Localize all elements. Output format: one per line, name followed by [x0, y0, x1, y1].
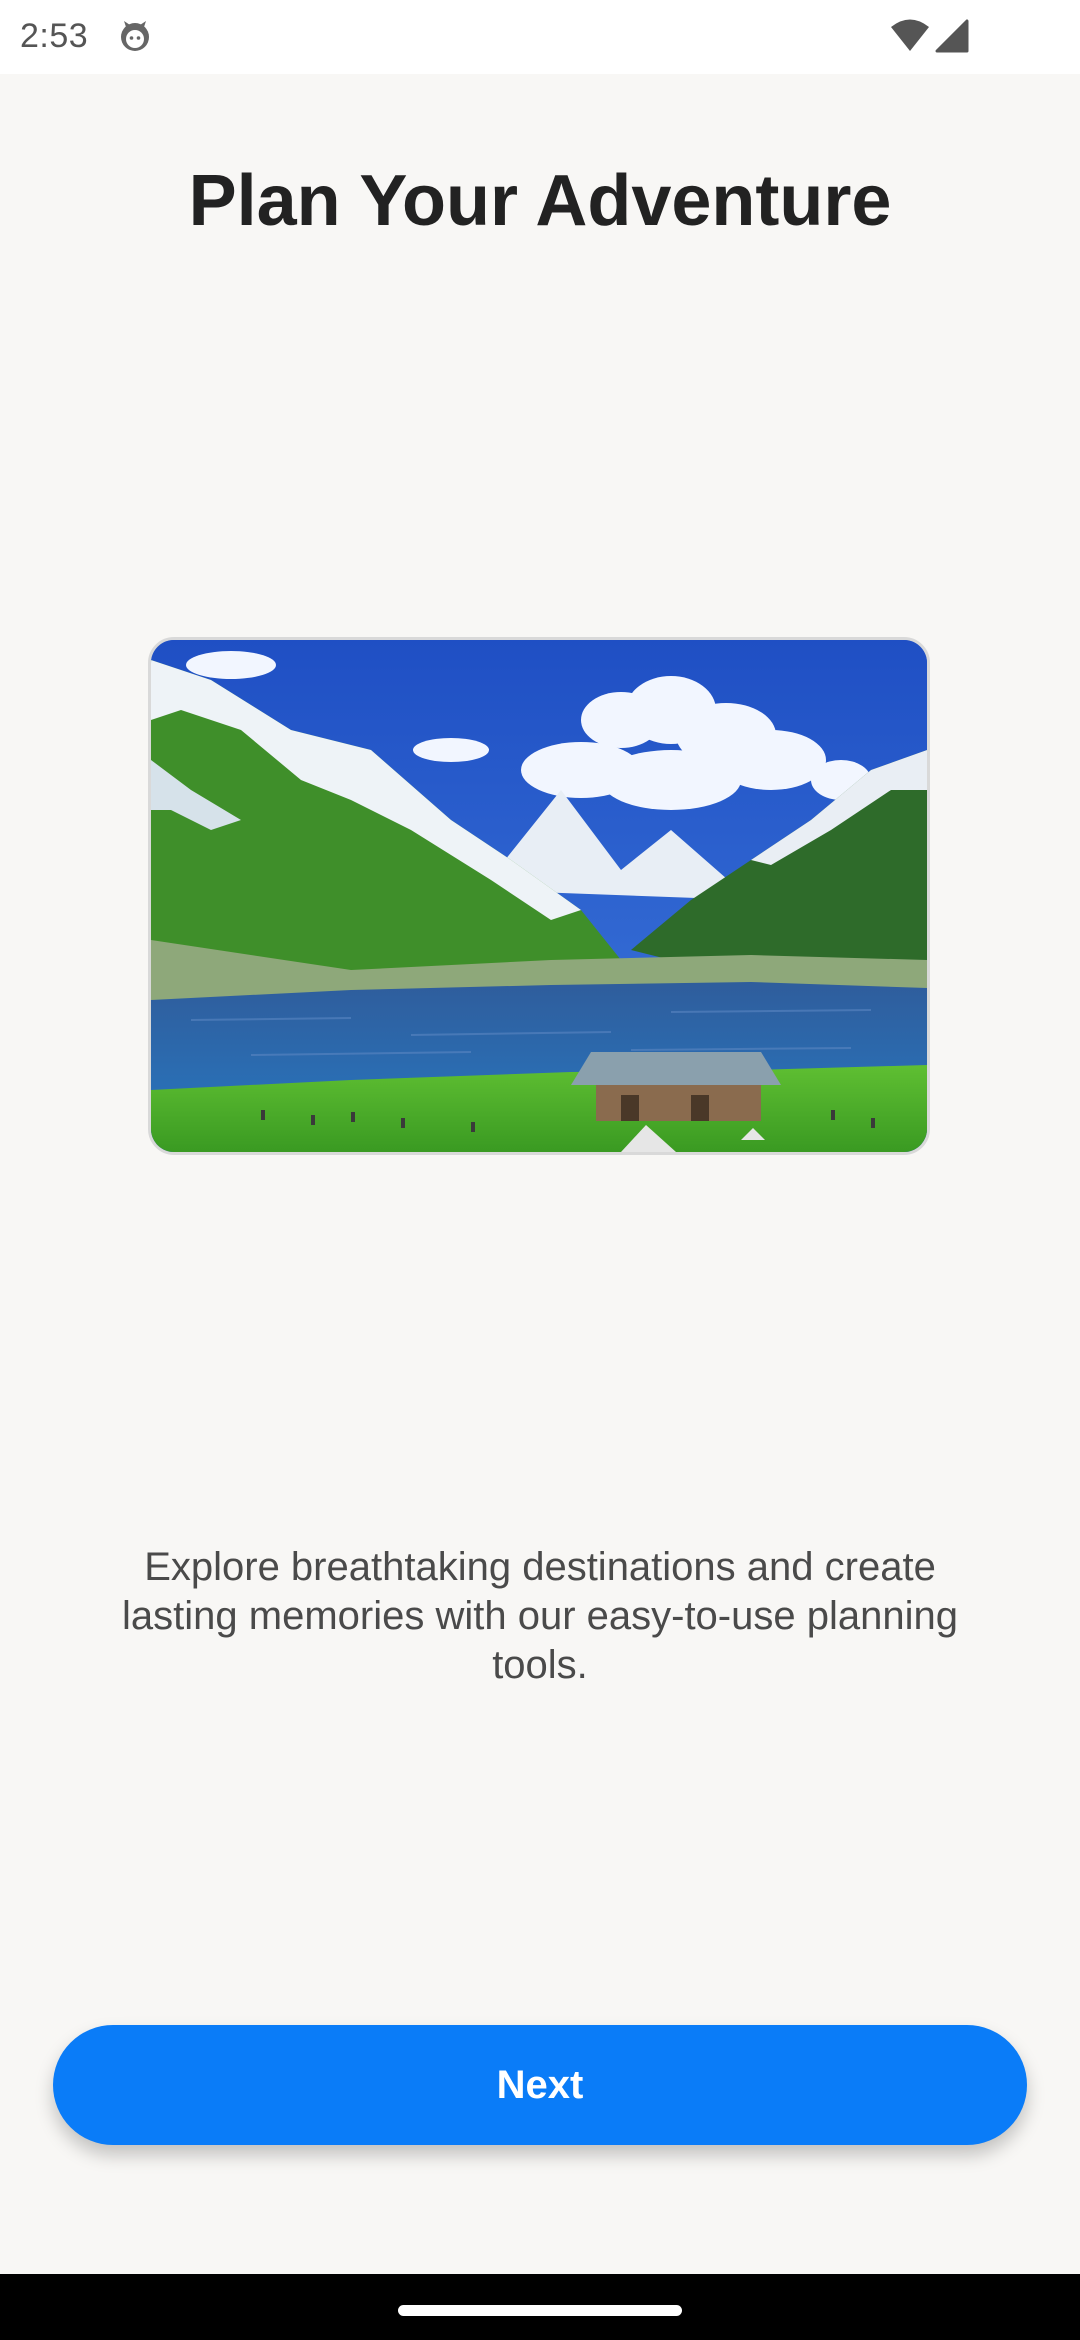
home-indicator[interactable] — [398, 2305, 682, 2316]
hero-image — [148, 637, 930, 1155]
notification-face-icon — [117, 18, 153, 54]
next-button[interactable]: Next — [53, 2025, 1027, 2145]
wifi-icon — [890, 18, 930, 54]
page-description: Explore breathtaking destinations and cr… — [122, 1545, 958, 1687]
status-bar: 2:53 — [0, 0, 1080, 74]
cell-signal-icon — [934, 18, 970, 54]
status-time: 2:53 — [20, 17, 89, 55]
page-title: Plan Your Adventure — [188, 161, 892, 241]
